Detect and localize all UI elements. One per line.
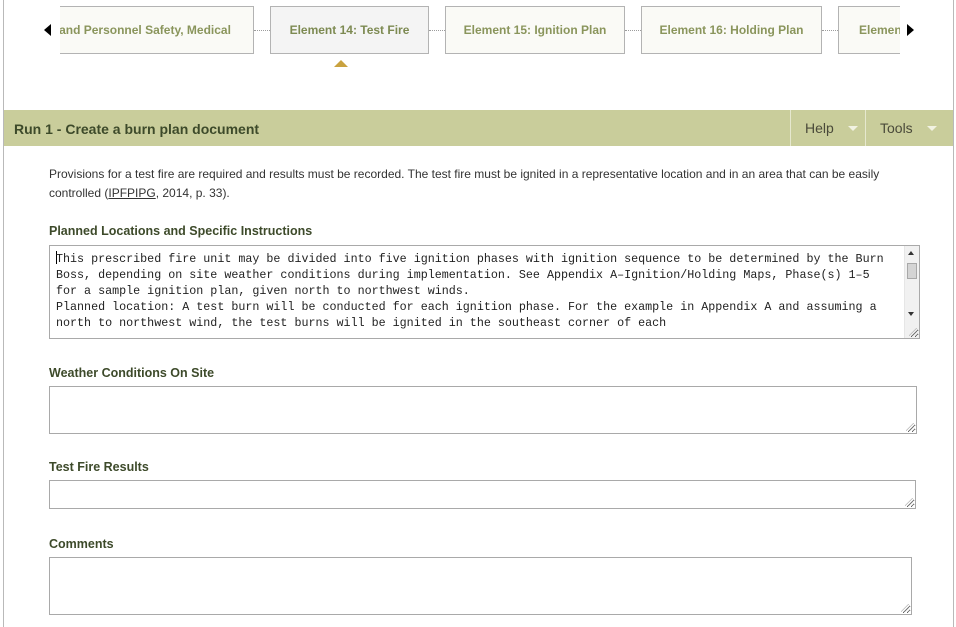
help-label: Help: [805, 120, 834, 136]
textarea-scrollbar[interactable]: [904, 246, 919, 338]
tab-element-13[interactable]: and Personnel Safety, Medical: [60, 6, 254, 54]
help-menu-button[interactable]: Help: [790, 110, 865, 146]
element-description: Provisions for a test fire are required …: [49, 165, 919, 203]
tab-connector: [625, 30, 641, 31]
tools-menu-button[interactable]: Tools: [865, 110, 953, 146]
weather-conditions-label: Weather Conditions On Site: [49, 366, 215, 380]
resize-grip-icon[interactable]: [901, 604, 909, 612]
tab-element-17[interactable]: Elemen: [838, 6, 900, 54]
tab-label: Elemen: [859, 23, 900, 37]
resize-grip-icon[interactable]: [909, 328, 917, 336]
planned-locations-textarea[interactable]: This prescribed fire unit may be divided…: [49, 245, 920, 339]
tab-element-14[interactable]: Element 14: Test Fire: [270, 6, 429, 54]
run-header-bar: Run 1 - Create a burn plan document Help…: [4, 110, 953, 146]
tab-connector: [254, 30, 270, 31]
scroll-down-arrow-icon[interactable]: [908, 312, 914, 316]
scroll-left-arrow-icon[interactable]: [44, 24, 51, 36]
tab-label: Element 16: Holding Plan: [659, 23, 804, 37]
description-text-end: , 2014, p. 33).: [155, 186, 230, 200]
tab-element-15[interactable]: Element 15: Ignition Plan: [445, 6, 625, 54]
resize-grip-icon[interactable]: [906, 423, 914, 431]
comments-textarea[interactable]: [49, 557, 912, 615]
ipfpipg-reference-link[interactable]: IPFPIPG: [108, 186, 155, 200]
scroll-up-arrow-icon[interactable]: [908, 251, 914, 255]
tab-label: Element 14: Test Fire: [289, 23, 410, 37]
chevron-down-icon: [847, 125, 858, 131]
element-tabs-strip: and Personnel Safety, Medical Element 14…: [60, 6, 900, 56]
tab-connector: [429, 30, 445, 31]
page-title: Run 1 - Create a burn plan document: [14, 121, 260, 137]
scroll-right-arrow-icon[interactable]: [907, 24, 914, 36]
weather-conditions-textarea[interactable]: [49, 386, 917, 434]
test-fire-results-label: Test Fire Results: [49, 460, 149, 474]
planned-locations-label: Planned Locations and Specific Instructi…: [49, 224, 313, 238]
chevron-down-icon: [926, 125, 937, 131]
resize-grip-icon[interactable]: [905, 498, 913, 506]
tab-element-16[interactable]: Element 16: Holding Plan: [641, 6, 822, 54]
test-fire-results-textarea[interactable]: [49, 480, 916, 509]
tab-label: and Personnel Safety, Medical: [60, 23, 231, 37]
scrollbar-thumb[interactable]: [907, 263, 917, 279]
active-tab-indicator-icon: [334, 60, 348, 67]
comments-label: Comments: [49, 537, 114, 551]
planned-locations-value: This prescribed fire unit may be divided…: [56, 252, 884, 330]
tab-label: Element 15: Ignition Plan: [463, 23, 607, 37]
tab-connector: [822, 30, 838, 31]
tools-label: Tools: [880, 120, 913, 136]
